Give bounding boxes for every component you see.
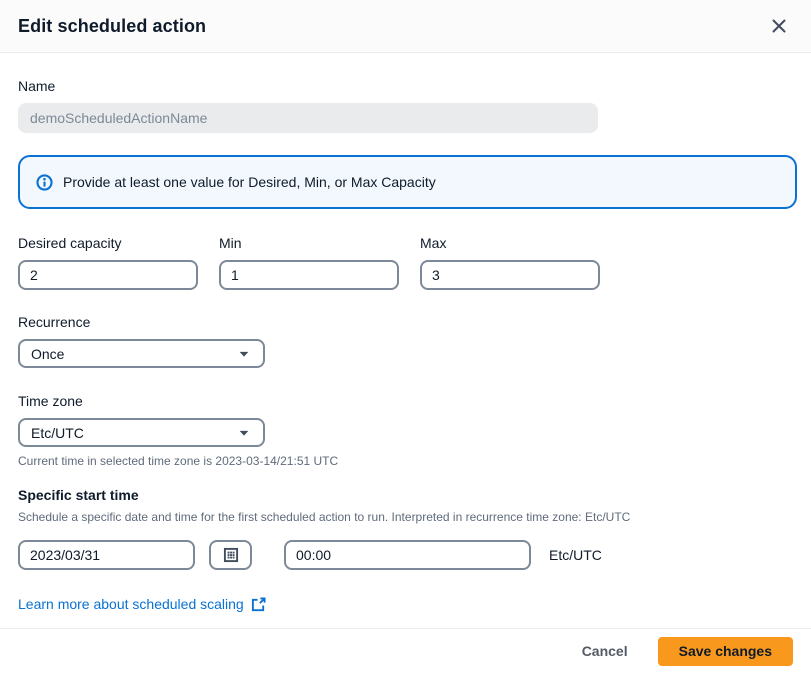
info-alert: Provide at least one value for Desired, … — [18, 155, 797, 209]
close-icon — [771, 18, 787, 34]
caret-down-icon — [237, 426, 251, 440]
max-label: Max — [420, 235, 600, 251]
modal-header: Edit scheduled action — [0, 0, 811, 53]
desired-capacity-input[interactable] — [18, 260, 198, 290]
capacity-row: Desired capacity Min Max — [18, 235, 797, 290]
start-date-input[interactable] — [18, 540, 195, 570]
start-time-input[interactable] — [284, 540, 531, 570]
calendar-icon — [223, 547, 239, 563]
start-time-section: Specific start time Schedule a specific … — [18, 487, 797, 570]
timezone-selected-value: Etc/UTC — [31, 425, 84, 441]
name-input — [18, 103, 598, 133]
recurrence-label: Recurrence — [18, 314, 797, 330]
timezone-field: Time zone Etc/UTC Current time in select… — [18, 393, 797, 468]
recurrence-selected-value: Once — [31, 346, 64, 362]
current-time-helper: Current time in selected time zone is 20… — [18, 454, 797, 468]
name-label: Name — [18, 78, 797, 94]
start-time-description: Schedule a specific date and time for th… — [18, 510, 797, 524]
cancel-button[interactable]: Cancel — [580, 639, 630, 663]
min-label: Min — [219, 235, 399, 251]
modal-footer: Cancel Save changes — [0, 628, 811, 679]
caret-down-icon — [237, 347, 251, 361]
max-capacity-field: Max — [420, 235, 600, 290]
timezone-label: Time zone — [18, 393, 797, 409]
min-capacity-field: Min — [219, 235, 399, 290]
info-circle-icon — [36, 174, 53, 191]
max-input[interactable] — [420, 260, 600, 290]
external-link-icon[interactable] — [251, 597, 266, 612]
min-input[interactable] — [219, 260, 399, 290]
save-changes-button[interactable]: Save changes — [658, 637, 793, 666]
close-button[interactable] — [767, 14, 791, 38]
start-time-inputs-row: Etc/UTC — [18, 540, 797, 570]
alert-message: Provide at least one value for Desired, … — [63, 174, 436, 190]
recurrence-select[interactable]: Once — [18, 339, 265, 368]
start-time-label: Specific start time — [18, 487, 797, 503]
timezone-suffix: Etc/UTC — [549, 547, 602, 563]
desired-capacity-label: Desired capacity — [18, 235, 198, 251]
recurrence-field: Recurrence Once — [18, 314, 797, 368]
desired-capacity-field: Desired capacity — [18, 235, 198, 290]
learn-more-link[interactable]: Learn more about scheduled scaling — [18, 596, 244, 612]
learn-more-row: Learn more about scheduled scaling — [18, 596, 797, 612]
calendar-picker-button[interactable] — [209, 540, 252, 570]
timezone-select[interactable]: Etc/UTC — [18, 418, 265, 447]
edit-scheduled-action-modal: Edit scheduled action Name Provide at le — [0, 0, 811, 679]
modal-body: Name Provide at least one value for Desi… — [0, 53, 811, 628]
modal-title: Edit scheduled action — [18, 16, 206, 37]
